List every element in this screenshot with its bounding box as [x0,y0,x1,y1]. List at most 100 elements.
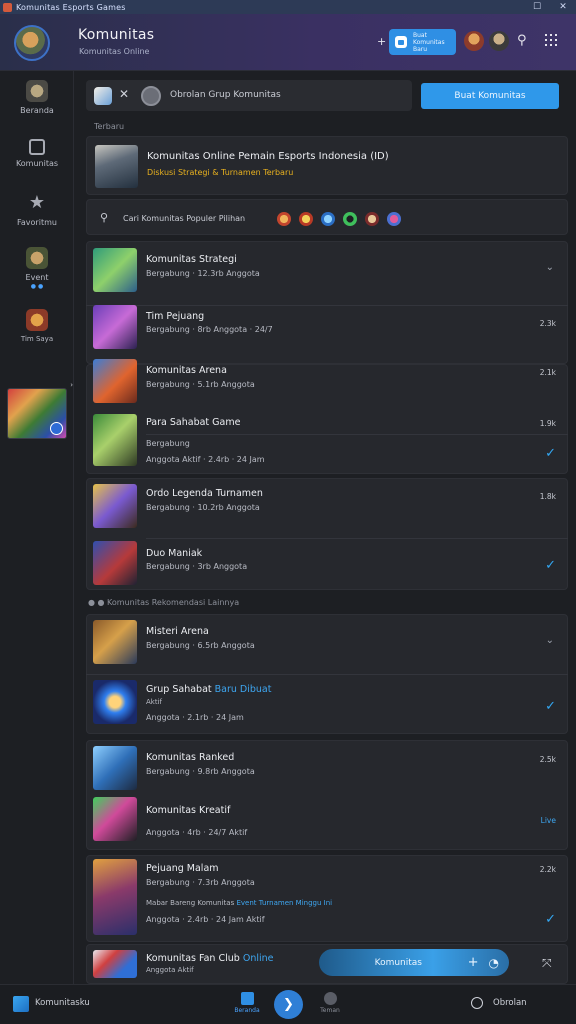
community-thumbnail [93,680,137,724]
community-name: Komunitas Ranked [146,752,235,763]
check-icon[interactable]: ✓ [545,699,556,714]
window-title: Komunitas Esports Games [16,2,126,12]
chevron-down-icon[interactable]: ⌄ [546,635,554,646]
filter-avatar-2[interactable] [299,212,313,226]
sidebar-item-home[interactable]: Beranda [0,80,74,115]
sidebar-item-event[interactable]: Event ● ● [0,247,74,290]
filter-bar[interactable]: ⚲ Cari Komunitas Populer Pilihan [86,199,568,235]
sidebar-item-label: Event [25,273,49,282]
list-item[interactable]: Misteri Arena Bergabung · 6.5rb Anggota … [86,614,568,674]
community-info: Anggota Aktif [146,966,194,974]
featured-subtitle: Diskusi Strategi & Turnamen Terbaru [147,168,294,177]
list-item[interactable]: Bergabung Anggota Aktif · 2.4rb · 24 Jam… [86,435,568,473]
add-icon[interactable]: + [468,955,479,970]
sidebar-item-favorites[interactable]: ★ Favoritmu [0,192,74,227]
community-name: Tim Pejuang [146,311,205,322]
check-icon[interactable]: ✓ [545,446,556,461]
community-thumbnail [93,484,137,528]
community-thumbnail [93,541,137,585]
list-item[interactable]: Komunitas Strategi Bergabung · 12.3rb An… [86,241,568,305]
create-community-primary-button[interactable]: Buat Komunitas [421,83,559,109]
event-avatar-icon [26,247,48,269]
featured-title: Komunitas Online Pemain Esports Indonesi… [147,151,389,162]
community-name: Duo Maniak [146,548,203,559]
community-info: Anggota · 4rb · 24/7 Aktif [146,828,248,837]
fab-button[interactable]: ❯ [274,990,303,1019]
community-info: Bergabung · 3rb Anggota [146,562,248,571]
filter-avatar-4[interactable] [343,212,357,226]
search-icon[interactable]: ⚲ [517,33,527,48]
community-thumbnail [93,359,137,403]
chat-label[interactable]: Obrolan [493,998,527,1008]
floating-bar-label: Komunitas [374,957,422,968]
shuffle-icon[interactable]: ⤧ [542,956,552,971]
app-window: Komunitas Esports Games ☐ ✕ Komunitas Ko… [0,0,576,1024]
close-icon[interactable]: ✕ [119,87,129,101]
main-content: ✕ Obrolan Grup Komunitas Buat Komunitas … [86,71,568,984]
filter-avatar-5[interactable] [365,212,379,226]
community-name: Bergabung [146,439,190,448]
list-item[interactable]: Pejuang Malam Bergabung · 7.3rb Anggota … [86,855,568,935]
sidebar-item-label: Tim Saya [20,335,54,343]
community-name: Grup Sahabat Baru Dibuat [146,684,271,695]
notification-badge [50,422,63,435]
filter-avatar-6[interactable] [387,212,401,226]
list-item[interactable]: Grup Sahabat Baru Dibuat Aktif Anggota ·… [86,675,568,733]
list-item[interactable]: Komunitas Ranked Bergabung · 9.8rb Anggo… [86,740,568,795]
title-bar: Komunitas Esports Games ☐ ✕ [0,0,576,14]
user-avatar-2[interactable] [489,31,509,51]
featured-community-card[interactable]: Komunitas Online Pemain Esports Indonesi… [86,136,568,195]
create-community-label: Buat Komunitas Baru [413,31,445,53]
list-item[interactable]: Komunitas Kreatif Anggota · 4rb · 24/7 A… [86,795,568,850]
refresh-icon[interactable]: ◔ [489,956,499,970]
chevron-down-icon[interactable]: ⌄ [546,262,554,273]
community-status: Aktif [146,698,162,706]
community-info: Bergabung · 8rb Anggota · 24/7 [146,325,273,334]
floating-community-bar[interactable]: Komunitas + ◔ [319,949,509,976]
close-window-button[interactable]: ✕ [550,2,576,12]
sidebar-item-community[interactable]: Komunitas [0,139,74,168]
list-item[interactable]: Para Sahabat Game 1.9k [86,412,568,466]
list-item[interactable]: Komunitas Arena Bergabung · 5.1rb Anggot… [86,357,568,413]
community-name: Komunitas Fan Club Online [146,953,274,964]
apps-grid-icon[interactable] [545,34,557,46]
community-name: Para Sahabat Game [146,417,241,428]
community-thumbnail [93,248,137,292]
tab-home[interactable]: Beranda [227,992,267,1014]
community-info: Bergabung · 5.1rb Anggota [146,380,255,389]
list-item[interactable]: Tim Pejuang Bergabung · 8rb Anggota · 24… [86,305,568,358]
check-icon[interactable]: ✓ [545,558,556,573]
list-item[interactable]: Ordo Legenda Turnamen Bergabung · 10.2rb… [86,478,568,538]
team-avatar-icon [26,309,48,331]
community-thumbnail [93,797,137,841]
community-avatar[interactable] [14,25,50,61]
tab-label: Beranda [234,1007,260,1014]
search-icon[interactable]: ⚲ [100,211,108,224]
expand-arrow-icon[interactable]: › [70,381,73,389]
community-stat: 2.1k [539,368,556,377]
community-info: Bergabung · 10.2rb Anggota [146,503,260,512]
list-item[interactable]: Duo Maniak Bergabung · 3rb Anggota ✓ [86,539,568,589]
community-name: Pejuang Malam [146,863,219,874]
create-community-button[interactable]: Buat Komunitas Baru [389,29,456,55]
sidebar-item-label: Komunitas [15,159,59,168]
filter-avatar-1[interactable] [277,212,291,226]
tab-friends[interactable]: Teman [310,992,350,1014]
user-avatar-1[interactable] [464,31,484,51]
list-item[interactable]: Mabar Bareng Komunitas Event Turnamen Mi… [86,895,568,942]
home-avatar-icon [26,80,48,102]
chat-avatar-2 [141,86,161,106]
community-name-text: Komunitas Fan Club [146,953,240,964]
app-header: Komunitas Komunitas Online + Buat Komuni… [0,14,576,71]
filter-avatar-3[interactable] [321,212,335,226]
community-name: Mabar Bareng Komunitas Event Turnamen Mi… [146,899,332,907]
app-logo-icon [3,2,12,12]
chat-icon[interactable] [471,997,483,1009]
featured-thumbnail [95,145,138,188]
maximize-button[interactable]: ☐ [524,2,550,12]
add-icon[interactable]: + [377,35,386,48]
group-chat-bar[interactable]: ✕ Obrolan Grup Komunitas [86,80,412,111]
check-icon[interactable]: ✓ [545,912,556,927]
sidebar-item-my-team[interactable]: Tim Saya [0,309,74,344]
sidebar-featured-thumbnail[interactable]: › [7,381,73,439]
